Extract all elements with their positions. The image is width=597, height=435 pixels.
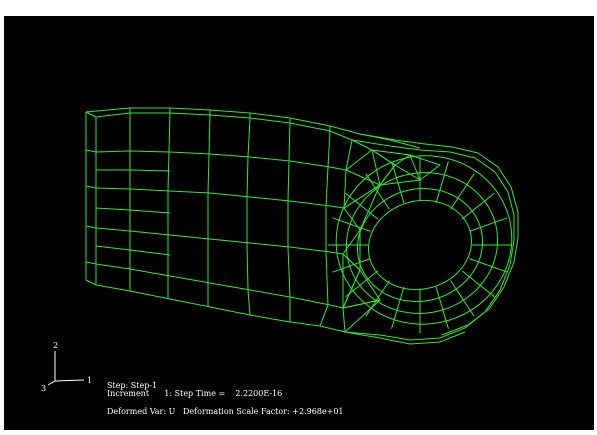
status-increment: Increment 1: Step Time = 2.2200E-16 [107,389,283,398]
triad-axis-3 [47,380,56,386]
triad-label-2: 2 [53,341,59,350]
triad-label-3: 3 [41,384,47,393]
viewport[interactable]: 1 2 3 Step: Step-1 Increment 1: Step Tim… [4,16,594,430]
triad-label-1: 1 [87,376,93,385]
triad-axis-1 [54,379,85,382]
status-deformation: Deformed Var: U Deformation Scale Factor… [107,407,344,416]
axis-triad [47,351,85,386]
